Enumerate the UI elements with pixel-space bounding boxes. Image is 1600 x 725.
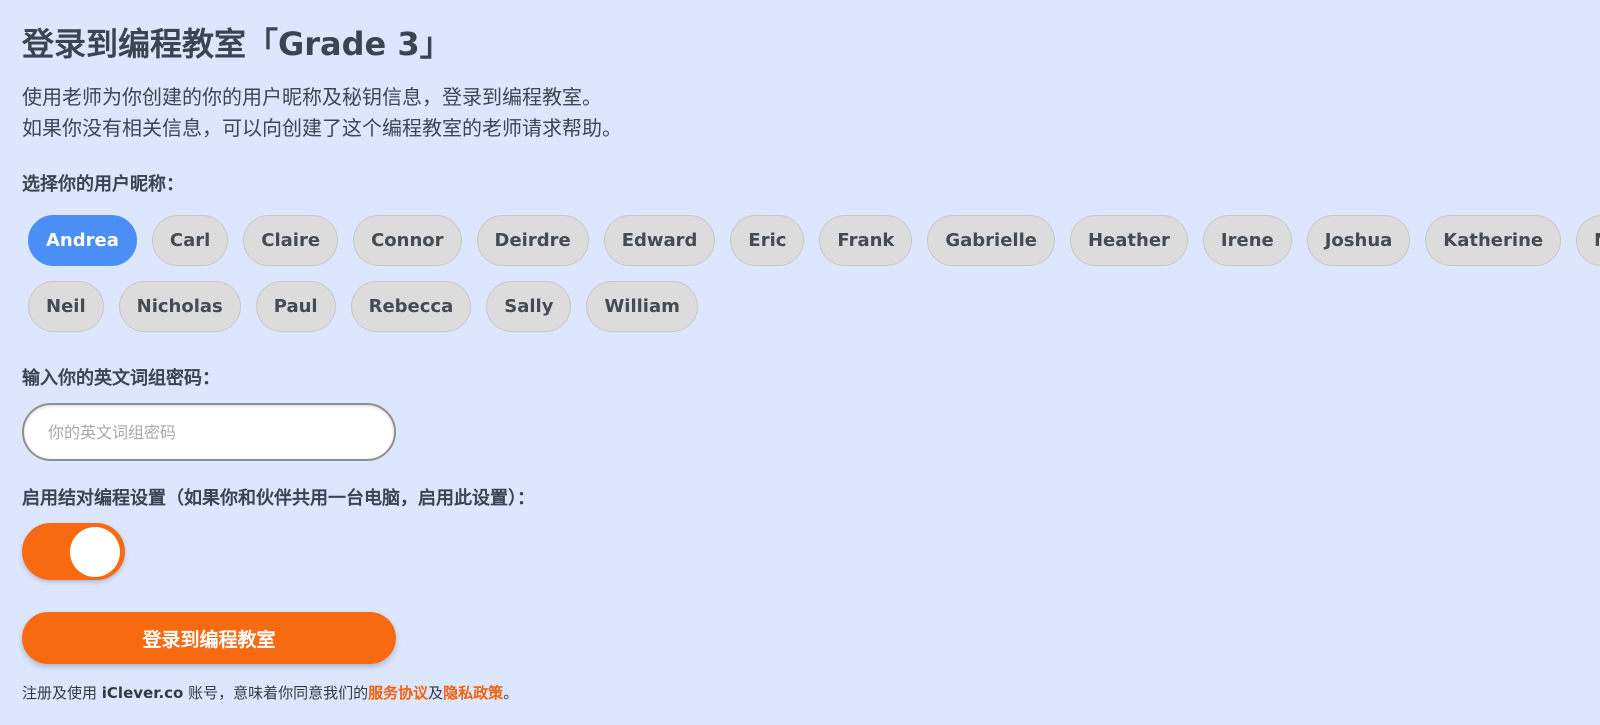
password-input[interactable]: [22, 403, 396, 461]
username-select-label: 选择你的用户昵称：: [22, 174, 184, 195]
username-pill-katherine[interactable]: Katherine: [1425, 215, 1562, 266]
username-pill-irene[interactable]: Irene: [1202, 215, 1292, 266]
username-pill-edward[interactable]: Edward: [603, 215, 716, 266]
page-title: 登录到编程教室「Grade 3」: [22, 25, 452, 63]
footer-suffix: 。: [503, 684, 519, 702]
toggle-knob: [70, 527, 120, 577]
username-pill-gabrielle[interactable]: Gabrielle: [927, 215, 1055, 266]
username-row-1: Andrea Carl Claire Connor Deirdre Edward Eric F…: [28, 215, 1600, 266]
privacy-policy-link[interactable]: 隐私政策: [443, 684, 503, 702]
username-pill-joshua[interactable]: Joshua: [1306, 215, 1411, 266]
intro-text: 使用老师为你创建的你的用户昵称及秘钥信息，登录到编程教室。 如果你没有相关信息，…: [22, 82, 1578, 144]
username-pill-neil[interactable]: Neil: [28, 281, 104, 332]
username-pill-deirdre[interactable]: Deirdre: [476, 215, 589, 266]
username-pill-heather[interactable]: Heather: [1069, 215, 1188, 266]
username-pill-frank[interactable]: Frank: [819, 215, 913, 266]
footer-middle: 账号，意味着你同意我们的: [183, 684, 369, 702]
login-page: 登录到编程教室「Grade 3」 使用老师为你创建的你的用户昵称及秘钥信息，登录…: [0, 0, 1600, 725]
username-pill-rebecca[interactable]: Rebecca: [350, 281, 472, 332]
username-pill-connor[interactable]: Connor: [353, 215, 462, 266]
intro-line-1: 使用老师为你创建的你的用户昵称及秘钥信息，登录到编程教室。: [22, 85, 602, 109]
pair-programming-label: 启用结对编程设置（如果你和伙伴共用一台电脑，启用此设置）：: [22, 488, 535, 509]
intro-line-2: 如果你没有相关信息，可以向创建了这个编程教室的老师请求帮助。: [22, 116, 622, 140]
password-label: 输入你的英文词组密码：: [22, 368, 220, 389]
username-pill-william[interactable]: William: [586, 281, 698, 332]
username-pill-claire[interactable]: Claire: [243, 215, 339, 266]
login-button[interactable]: 登录到编程教室: [22, 612, 396, 664]
footer-brand: iClever.co: [101, 684, 184, 702]
username-pill-sally[interactable]: Sally: [486, 281, 572, 332]
username-pill-eric[interactable]: Eric: [730, 215, 805, 266]
pair-programming-toggle[interactable]: [22, 523, 125, 580]
username-pill-max[interactable]: Max: [1576, 215, 1600, 266]
username-pill-carl[interactable]: Carl: [151, 215, 229, 266]
terms-of-service-link[interactable]: 服务协议: [368, 684, 428, 702]
footer-prefix: 注册及使用: [22, 684, 102, 702]
terms-footer: 注册及使用 iClever.co 账号，意味着你同意我们的服务协议及隐私政策。: [22, 682, 518, 703]
username-pill-paul[interactable]: Paul: [255, 281, 336, 332]
username-pill-nicholas[interactable]: Nicholas: [118, 281, 241, 332]
username-pill-andrea[interactable]: Andrea: [28, 215, 137, 266]
username-row-2: Neil Nicholas Paul Rebecca Sally William: [28, 281, 698, 332]
footer-and: 及: [428, 684, 444, 702]
